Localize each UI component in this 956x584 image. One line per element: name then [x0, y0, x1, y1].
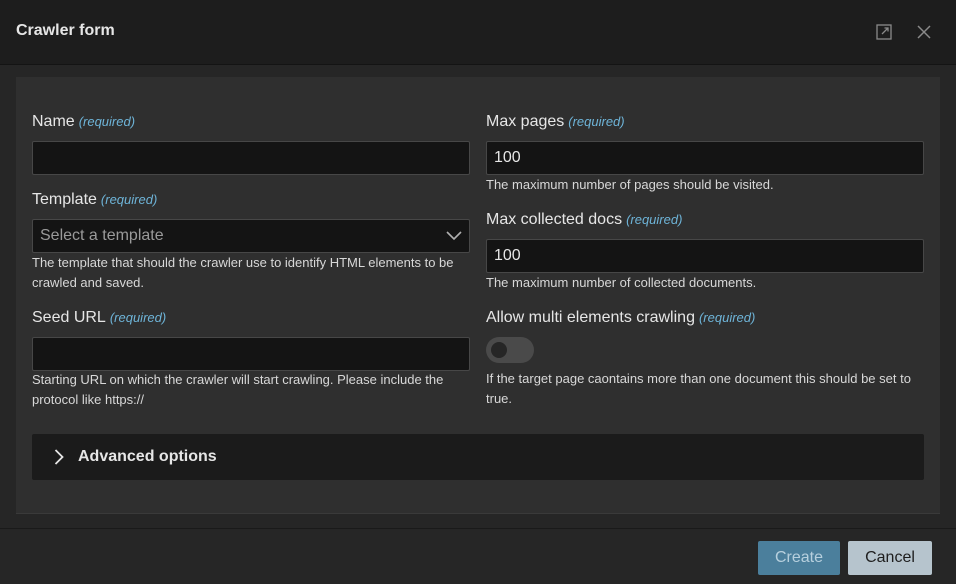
chevron-down-icon [446, 231, 462, 241]
cancel-button[interactable]: Cancel [848, 541, 932, 575]
chevron-right-icon [54, 449, 64, 465]
template-help: The template that should the crawler use… [32, 255, 454, 290]
seed-url-help: Starting URL on which the crawler will s… [32, 372, 444, 407]
required-tag: (required) [626, 212, 683, 227]
dialog-header: Crawler form [0, 0, 956, 65]
required-tag: (required) [78, 114, 136, 129]
form-panel: Name (required) Template (required) Select… [16, 77, 940, 514]
multi-label: Allow multi elements crawling (required) [486, 309, 756, 326]
advanced-options-label: Advanced options [78, 448, 217, 465]
name-label: Name (required) [32, 113, 136, 130]
required-tag: (required) [568, 114, 625, 129]
max-pages-input[interactable] [486, 141, 924, 175]
name-input[interactable] [32, 141, 470, 175]
template-label: Template (required) [32, 191, 158, 208]
seed-url-input[interactable] [32, 337, 470, 371]
create-button[interactable]: Create [758, 541, 840, 575]
max-pages-label: Max pages (required) [486, 113, 625, 130]
multi-toggle[interactable] [486, 337, 534, 363]
required-tag: (required) [109, 310, 167, 325]
template-select[interactable]: Select a template [32, 219, 470, 253]
dialog-title: Crawler form [16, 22, 115, 39]
seed-url-label: Seed URL (required) [32, 309, 167, 326]
close-icon[interactable] [914, 22, 934, 42]
dialog-body: Name (required) Template (required) Select… [0, 65, 956, 528]
dialog-footer: Create Cancel [0, 528, 956, 584]
required-tag: (required) [698, 310, 756, 325]
template-select-placeholder: Select a template [40, 227, 164, 244]
toggle-knob [491, 342, 507, 358]
max-docs-input[interactable] [486, 239, 924, 273]
multi-help: If the target page caontains more than o… [486, 371, 911, 406]
required-tag: (required) [100, 192, 158, 207]
expand-icon[interactable] [874, 22, 894, 42]
max-pages-help: The maximum number of pages should be vi… [486, 177, 774, 192]
advanced-options-toggle[interactable]: Advanced options [32, 434, 924, 480]
max-docs-label: Max collected docs (required) [486, 211, 683, 228]
max-docs-help: The maximum number of collected document… [486, 275, 757, 290]
